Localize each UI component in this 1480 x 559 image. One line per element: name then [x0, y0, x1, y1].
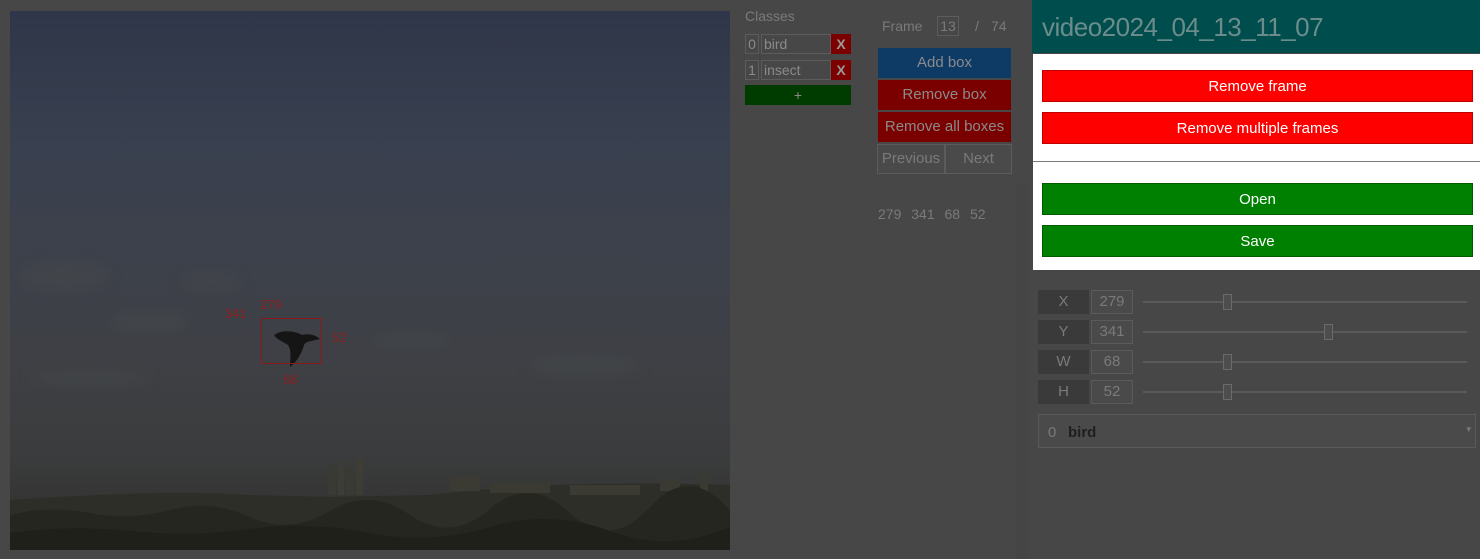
slider-track[interactable]	[1143, 361, 1467, 363]
open-button[interactable]: Open	[1042, 183, 1473, 215]
frame-total: 74	[991, 18, 1007, 34]
class-dropdown[interactable]: 0 bird ▾	[1038, 414, 1476, 448]
slider-thumb-x[interactable]	[1223, 294, 1233, 310]
file-menu-popup: Remove frame Remove multiple frames Open…	[1033, 54, 1480, 270]
cloud	[110, 311, 190, 333]
slider-key-x: X	[1038, 290, 1089, 314]
slider-thumb-w[interactable]	[1223, 354, 1233, 370]
class-name-field[interactable]: insect	[761, 60, 831, 80]
save-button[interactable]: Save	[1042, 225, 1473, 257]
bbox-h-label: 52	[332, 330, 347, 345]
bbox-w-label: 68	[283, 372, 298, 387]
slider-y: Y 341	[1038, 320, 1468, 344]
slider-key-w: W	[1038, 350, 1089, 374]
frame-number-input[interactable]: 13	[937, 16, 959, 36]
next-button[interactable]: Next	[945, 144, 1012, 174]
cloud	[180, 273, 240, 291]
class-index-field[interactable]: 1	[745, 60, 759, 80]
cloud	[30, 371, 150, 385]
slider-h: H 52	[1038, 380, 1468, 404]
bbox-y-label: 341	[225, 306, 247, 321]
frame-label: Frame	[882, 18, 923, 34]
menu-divider	[1033, 161, 1480, 162]
box-coordinates-readout: 279 341 68 52	[878, 206, 986, 222]
slider-key-y: Y	[1038, 320, 1089, 344]
remove-all-boxes-button[interactable]: Remove all boxes	[878, 112, 1011, 142]
panel-scrollbar[interactable]	[1016, 185, 1028, 559]
bounding-box[interactable]	[261, 318, 322, 364]
city-skyline	[10, 459, 730, 550]
frame-separator: /	[975, 18, 979, 34]
class-row-insect: 1 insect X	[745, 60, 851, 80]
class-index-field[interactable]: 0	[745, 34, 759, 54]
slider-w: W 68	[1038, 350, 1468, 374]
header-bar: video2024_04_13_11_07	[1032, 0, 1480, 53]
bbox-x-label: 279	[260, 297, 282, 312]
class-dropdown-index: 0	[1048, 424, 1057, 441]
slider-key-h: H	[1038, 380, 1089, 404]
slider-value-x[interactable]: 279	[1091, 290, 1133, 314]
chevron-down-icon: ▾	[1466, 424, 1471, 434]
slider-value-h[interactable]: 52	[1091, 380, 1133, 404]
slider-track[interactable]	[1143, 331, 1467, 333]
slider-track[interactable]	[1143, 301, 1467, 303]
class-dropdown-value: bird	[1068, 424, 1097, 441]
slider-track[interactable]	[1143, 391, 1467, 393]
cloud	[370, 333, 450, 349]
slider-thumb-h[interactable]	[1223, 384, 1233, 400]
video-title: video2024_04_13_11_07	[1042, 12, 1324, 42]
add-box-button[interactable]: Add box	[878, 48, 1011, 78]
slider-value-y[interactable]: 341	[1091, 320, 1133, 344]
delete-class-button[interactable]: X	[831, 60, 851, 80]
slider-thumb-y[interactable]	[1323, 324, 1333, 340]
slider-value-w[interactable]: 68	[1091, 350, 1133, 374]
previous-button[interactable]: Previous	[877, 144, 945, 174]
class-row-bird: 0 bird X	[745, 34, 851, 54]
add-class-button[interactable]: +	[745, 85, 851, 105]
remove-frame-button[interactable]: Remove frame	[1042, 70, 1473, 102]
slider-x: X 279	[1038, 290, 1468, 314]
remove-box-button[interactable]: Remove box	[878, 80, 1011, 110]
class-name-field[interactable]: bird	[761, 34, 831, 54]
classes-title: Classes	[745, 8, 795, 24]
cloud	[20, 261, 110, 291]
delete-class-button[interactable]: X	[831, 34, 851, 54]
cloud	[530, 356, 640, 376]
video-frame-canvas[interactable]: 279 341 68 52	[10, 11, 730, 550]
remove-multiple-frames-button[interactable]: Remove multiple frames	[1042, 112, 1473, 144]
